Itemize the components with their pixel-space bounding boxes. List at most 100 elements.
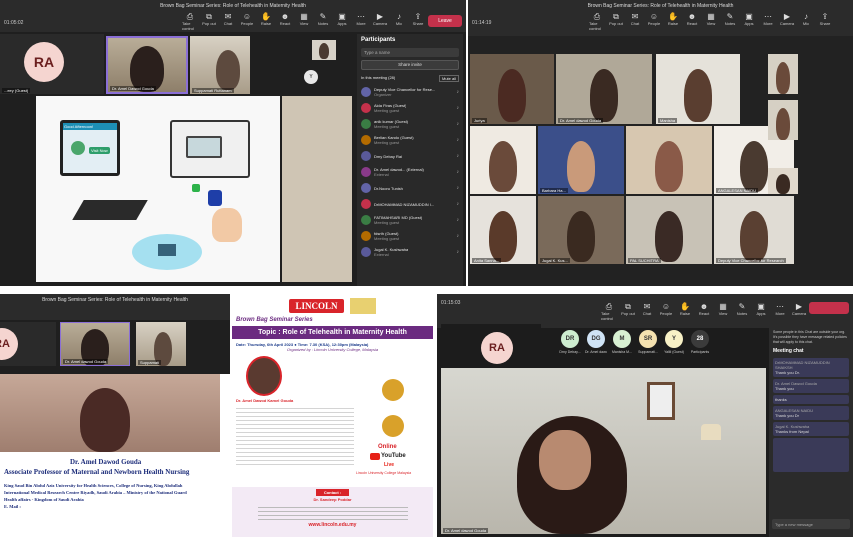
participant-row[interactable]: Dmy Debay Rai ♪ [357, 148, 463, 164]
video-tile-speaker[interactable]: Dr. Amel dawod Gouda [60, 322, 130, 366]
toolbar-button[interactable]: ☻ React [277, 12, 293, 31]
self-video [319, 43, 329, 59]
toolbar-button[interactable]: ⋯ More [760, 12, 776, 31]
toolbar-button[interactable]: ⇪ Share [817, 12, 833, 31]
video-tile[interactable]: Manisha [656, 54, 740, 124]
toolbar-button[interactable]: ▣ Apps [741, 12, 757, 31]
video-tile-guest[interactable]: RA ...eey (Guest) [0, 34, 104, 94]
participant-row[interactable]: Berlian Kando (Guest) Meeting guest ♪ [357, 132, 463, 148]
toolbar-button[interactable]: ▶ Camera [791, 302, 807, 321]
toolbar-label: Camera [779, 21, 795, 26]
mic-off-icon: ♪ [456, 121, 460, 127]
chat-input[interactable]: Type a new message [772, 519, 850, 529]
self-view-tile[interactable] [312, 40, 336, 60]
toolbar-button[interactable]: ✋ Raise [677, 302, 693, 321]
scale-icon [72, 200, 148, 220]
poster-website[interactable]: www.lincoln.edu.my [232, 522, 433, 528]
toolbar-button[interactable]: ⧉ Pop out [608, 12, 624, 31]
strip-participant[interactable]: DR Drny Debay... [559, 330, 581, 354]
participant-row[interactable]: Dr. Amel dawod... (External) External ♪ [357, 164, 463, 180]
video-tile-participant[interactable]: Suppamati Ruttanam [190, 36, 250, 94]
toolbar-button[interactable]: ⇪ Share [410, 12, 426, 31]
avatar: 28 [691, 330, 709, 348]
toolbar-button[interactable]: ⋯ More [353, 12, 369, 31]
toolbar-button[interactable]: ✋ Raise [258, 12, 274, 31]
toolbar-button[interactable]: ☻ React [684, 12, 700, 31]
toolbar-button[interactable]: ☺ People [239, 12, 255, 31]
toolbar-button[interactable]: ♪ Mic [798, 12, 814, 31]
video-tile[interactable]: Deputy Vice Chancellor for Research [714, 196, 794, 264]
tile-name: Suppamati [138, 360, 162, 365]
poster-body: Date: Thursday, 6th April 2023 ● Time: 7… [232, 339, 433, 475]
video-tile-speaker[interactable]: Dr. Amel Dawod Gouda [106, 36, 188, 94]
participant-search-input[interactable]: Type a name [361, 48, 459, 57]
toolbar-button[interactable]: ⧉ Pop out [201, 12, 217, 31]
participant-row[interactable]: fdsrth (Guest) Meeting guest ♪ [357, 228, 463, 244]
leave-button[interactable]: Leave [428, 15, 462, 27]
toolbar-label: More [356, 21, 366, 26]
toolbar-button[interactable]: ⎙ Take control [589, 12, 605, 31]
chat-sender: DrMOHAMMAD NIZAMUDDIN SHAIKSH [775, 360, 830, 370]
toolbar-button[interactable]: ✎ Notes [315, 12, 331, 31]
participant-role: Meeting guest [374, 220, 400, 225]
toolbar-button[interactable]: ✋ Raise [665, 12, 681, 31]
toolbar-button[interactable]: ▦ View [703, 12, 719, 31]
toolbar-button[interactable]: ✉ Chat [627, 12, 643, 31]
participant-row[interactable]: anik kumar (Guest) Meeting guest ♪ [357, 116, 463, 132]
video-tile[interactable]: Juriya [470, 54, 554, 124]
participant-row[interactable]: Deputy Vice Chancellor for Rese... Organi… [357, 84, 463, 100]
chat-shared-link[interactable] [773, 438, 849, 472]
leave-button[interactable] [809, 302, 849, 314]
strip-participant[interactable]: DG Dr. Amel dawo... [585, 330, 607, 354]
toolbar-button[interactable]: ▦ View [296, 12, 312, 31]
toolbar-button[interactable]: ⧉ Pop out [620, 302, 636, 321]
video-tile-guest[interactable]: RA [0, 322, 56, 366]
toolbar-button[interactable]: ⎙ Take control [601, 302, 617, 321]
toolbar-button[interactable]: ☺ People [658, 302, 674, 321]
toolbar-button[interactable]: ☻ React [696, 302, 712, 321]
toolbar-button[interactable]: ☺ People [646, 12, 662, 31]
participant-info: anik kumar (Guest) Meeting guest [374, 119, 408, 129]
participant-row[interactable]: DrMOHAMMAD NIZAMUDDIN I... ♪ [357, 196, 463, 212]
tile-name: Dr. Amel dawod Gouda [63, 359, 109, 364]
mic-off-icon: ♪ [456, 137, 460, 143]
toolbar-button[interactable]: ▦ View [715, 302, 731, 321]
strip-participant[interactable]: M Manisha M... [611, 330, 633, 354]
video-tile[interactable]: Jugal K. Kus... [538, 196, 624, 264]
toolbar-button[interactable]: ⎙ Take control [182, 12, 198, 31]
video-tile[interactable] [768, 100, 798, 140]
speaker-photo [0, 374, 220, 452]
video-tile[interactable]: Anita Sanna... [470, 196, 536, 264]
video-tile[interactable]: Dr. Amel dawod Gouda [556, 54, 652, 124]
strip-participant[interactable]: SR Suppamati... [637, 330, 659, 354]
toolbar-button[interactable]: ▶ Camera [372, 12, 388, 31]
participant-row[interactable]: Jugal K. Kushwaha External ♪ [357, 244, 463, 260]
mute-all-button[interactable]: Mute all [438, 75, 459, 82]
toolbar-button[interactable]: ✎ Notes [734, 302, 750, 321]
toolbar-button[interactable]: ✎ Notes [722, 12, 738, 31]
participant-row[interactable]: Aida Firas (Guest) Meeting guest ♪ [357, 100, 463, 116]
video-tile[interactable]: PAL SUCHITRA [626, 196, 712, 264]
toolbar-button[interactable]: ▣ Apps [753, 302, 769, 321]
participant-video [498, 69, 526, 122]
strip-participant[interactable]: 28 Participants [689, 330, 711, 354]
self-view-tile[interactable] [768, 168, 798, 194]
video-tile[interactable] [768, 54, 798, 94]
participant-row[interactable]: FATIMAHSARI MD (Guest) Meeting guest ♪ [357, 212, 463, 228]
video-tile[interactable] [626, 126, 712, 194]
toolbar-button[interactable]: ▣ Apps [334, 12, 350, 31]
toolbar-button[interactable]: ♪ Mic [391, 12, 407, 31]
toolbar-button[interactable]: ▶ Camera [779, 12, 795, 31]
toolbar-button[interactable]: ✉ Chat [639, 302, 655, 321]
speaker-detail-line: E. Mail : [4, 504, 21, 509]
video-tile[interactable]: Barbara Ha... [538, 126, 624, 194]
video-tile-participant[interactable]: Suppamati [136, 322, 186, 366]
share-invite-button[interactable]: Share invite [361, 60, 459, 70]
telehealth-illustration [132, 234, 202, 270]
toolbar-button[interactable]: ✉ Chat [220, 12, 236, 31]
video-tile[interactable] [470, 126, 536, 194]
toolbar-button[interactable]: ⋯ More [772, 302, 788, 321]
strip-participant[interactable]: Y Yalili (Guest) [663, 330, 685, 354]
participant-row[interactable]: Dr.Nooru Tunish ♪ [357, 180, 463, 196]
video-tile-speaker-main[interactable]: Dr. Amel dawod Gouda [441, 368, 766, 534]
